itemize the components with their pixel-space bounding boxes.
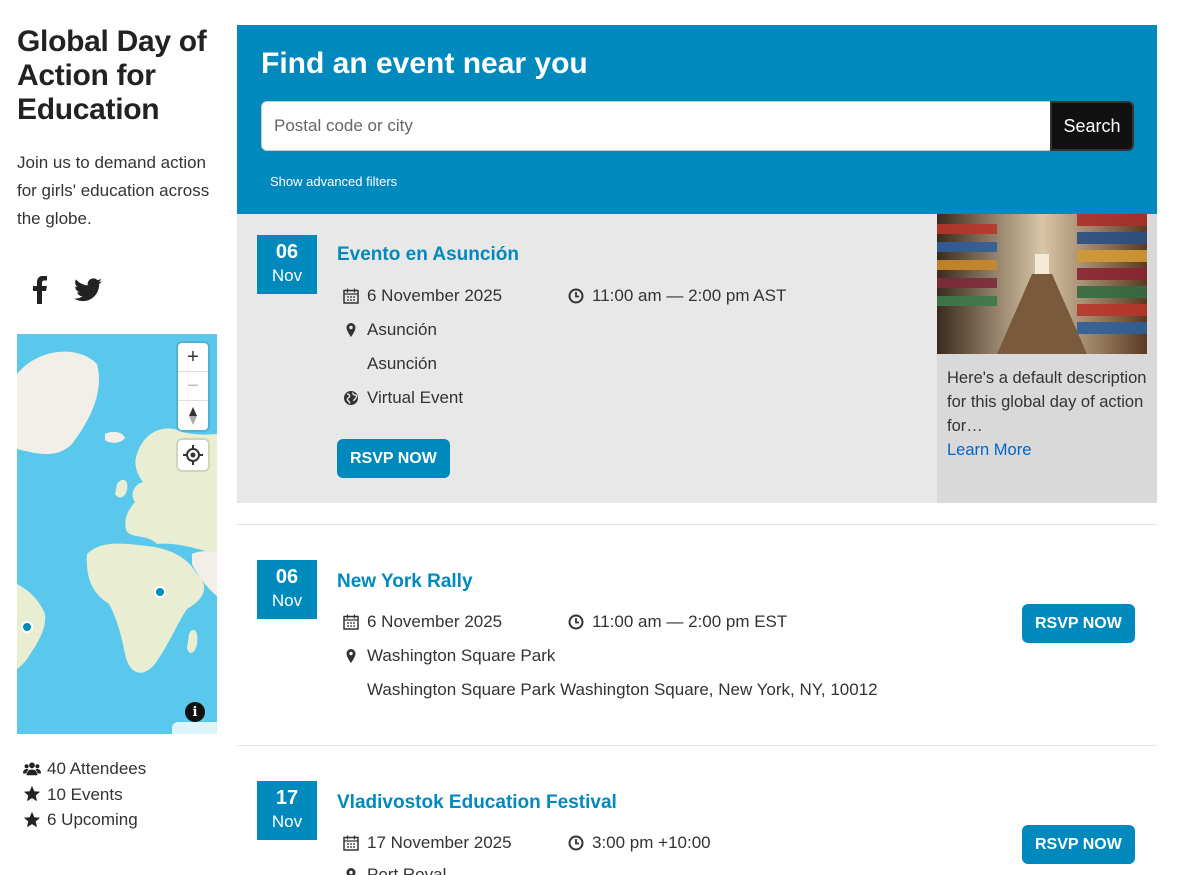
event-venue-text: Port Royal	[367, 865, 447, 875]
learn-more-link[interactable]: Learn More	[947, 441, 1031, 459]
date-month: Nov	[271, 812, 303, 831]
calendar-icon	[343, 835, 359, 851]
event-address-text: Washington Square Park Washington Square…	[367, 680, 878, 699]
event-address: Asunción	[343, 354, 437, 374]
page-title: Global Day of Action for Education	[17, 25, 207, 126]
sidebar: Global Day of Action for Education Join …	[17, 25, 217, 233]
date-badge: 06 Nov	[257, 235, 317, 294]
event-title-link[interactable]: Evento en Asunción	[337, 244, 519, 266]
date-month: Nov	[271, 266, 303, 285]
event-card: 06 Nov Evento en Asunción 6 November 202…	[237, 214, 1157, 503]
star-icon	[23, 786, 41, 802]
event-time: 11:00 am — 2:00 pm AST	[568, 286, 786, 306]
social-links	[28, 276, 102, 304]
zoom-in-button[interactable]: +	[178, 343, 208, 372]
clock-icon	[568, 835, 584, 851]
map-info-button[interactable]: i	[185, 702, 205, 722]
event-address: Washington Square Park Washington Square…	[343, 680, 878, 700]
zoom-out-button[interactable]: −	[178, 372, 208, 401]
event-time: 11:00 am — 2:00 pm EST	[568, 612, 787, 632]
event-date-text: 17 November 2025	[367, 833, 512, 852]
stat-upcoming: 6 Upcoming	[23, 807, 146, 833]
map-marker-icon	[346, 323, 356, 337]
rsvp-button[interactable]: RSVP NOW	[1022, 825, 1135, 864]
event-date-text: 6 November 2025	[367, 286, 503, 305]
event-address-text: Asunción	[367, 354, 437, 373]
event-venue: Port Royal	[343, 865, 446, 875]
facebook-link[interactable]	[28, 276, 50, 304]
event-date: 6 November 2025	[343, 286, 502, 306]
event-type: Virtual Event	[343, 388, 463, 408]
page-description: Join us to demand action for girls' educ…	[17, 153, 210, 228]
event-title-link[interactable]: Vladivostok Education Festival	[337, 792, 617, 814]
event-time-text: 11:00 am — 2:00 pm EST	[592, 612, 788, 631]
event-time: 3:00 pm +10:00	[568, 833, 711, 853]
stat-label: 10 Events	[47, 784, 123, 804]
event-card: 17 Nov Vladivostok Education Festival 17…	[237, 746, 1157, 875]
stat-label: 40 Attendees	[47, 759, 147, 778]
events-map[interactable]: + − i	[17, 334, 217, 734]
map-marker-icon	[346, 649, 356, 663]
event-venue: Asunción	[343, 320, 437, 340]
stat-label: 6 Upcoming	[47, 810, 138, 829]
date-badge: 06 Nov	[257, 560, 317, 619]
stat-attendees: 40 Attendees	[23, 756, 146, 782]
calendar-icon	[343, 288, 359, 304]
twitter-icon	[74, 278, 102, 302]
map-attribution-bg	[172, 722, 217, 734]
clock-icon	[568, 614, 584, 630]
event-date-text: 6 November 2025	[367, 612, 503, 631]
clock-icon	[568, 288, 584, 304]
event-card: 06 Nov New York Rally 6 November 2025 11…	[237, 525, 1157, 745]
search-button[interactable]: Search	[1050, 101, 1134, 151]
event-stats: 40 Attendees 10 Events 6 Upcoming	[23, 756, 146, 833]
map-zoom-controls: + −	[178, 343, 208, 430]
map-marker-icon	[346, 868, 356, 875]
globe-icon	[344, 391, 358, 405]
location-search-input[interactable]	[261, 101, 1051, 151]
calendar-icon	[343, 614, 359, 630]
geolocate-icon	[183, 445, 203, 465]
geolocate-button[interactable]	[178, 440, 208, 470]
twitter-link[interactable]	[74, 278, 102, 302]
rsvp-button[interactable]: RSVP NOW	[1022, 604, 1135, 643]
date-badge: 17 Nov	[257, 781, 317, 840]
date-day: 06	[275, 566, 299, 588]
date-day: 06	[275, 241, 299, 263]
event-image[interactable]	[937, 214, 1147, 354]
advanced-filters-link[interactable]: Show advanced filters	[270, 174, 397, 189]
compass-icon	[189, 406, 197, 425]
event-time-text: 3:00 pm +10:00	[592, 833, 711, 852]
date-month: Nov	[271, 591, 303, 610]
event-type-text: Virtual Event	[367, 388, 464, 407]
event-time-text: 11:00 am — 2:00 pm AST	[592, 286, 787, 305]
users-icon	[23, 762, 41, 776]
rsvp-button[interactable]: RSVP NOW	[337, 439, 450, 478]
stat-events: 10 Events	[23, 782, 146, 808]
event-venue-text: Asunción	[367, 320, 437, 339]
star-icon	[23, 811, 41, 827]
compass-button[interactable]	[178, 401, 208, 430]
facebook-icon	[33, 276, 47, 304]
event-date: 6 November 2025	[343, 612, 502, 632]
event-date: 17 November 2025	[343, 833, 512, 853]
event-venue-text: Washington Square Park	[367, 646, 556, 665]
date-day: 17	[275, 787, 299, 809]
event-feature-panel: Here's a default description for this gl…	[937, 214, 1157, 503]
event-title-link[interactable]: New York Rally	[337, 571, 473, 593]
event-description-text: Here's a default description for this gl…	[947, 369, 1147, 435]
event-description: Here's a default description for this gl…	[937, 354, 1157, 462]
event-venue: Washington Square Park	[343, 646, 555, 666]
event-finder: Find an event near you Search Show advan…	[237, 25, 1157, 214]
finder-title: Find an event near you	[261, 47, 588, 80]
